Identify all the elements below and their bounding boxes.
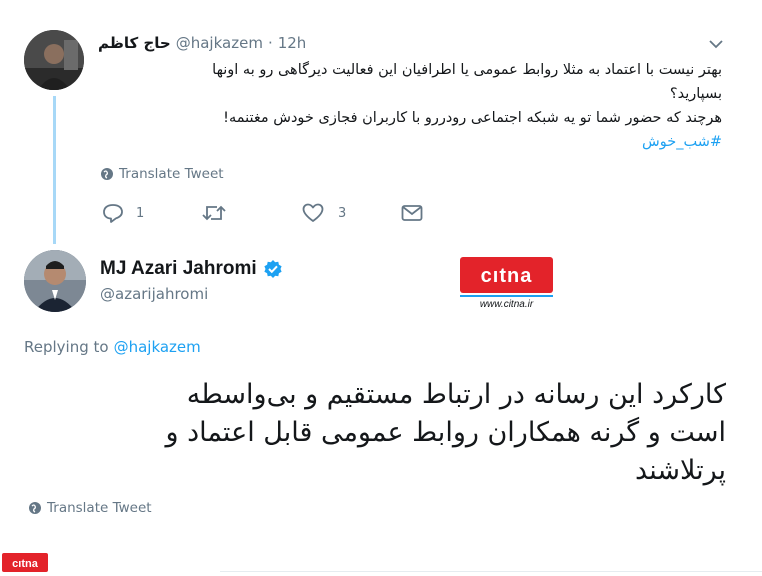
globe-icon	[28, 501, 42, 515]
direct-message-icon[interactable]	[401, 204, 423, 222]
svg-text:cıtna: cıtna	[12, 558, 39, 570]
avatar[interactable]	[24, 250, 86, 312]
translate-label: Translate Tweet	[47, 500, 152, 516]
tweet-text-line: است و گرنه همکاران روابط عمومی قابل اعتم…	[165, 417, 726, 448]
citna-corner-logo: cıtna	[2, 553, 48, 572]
replying-to-label: Replying to	[24, 338, 109, 356]
author-handle[interactable]: @hajkazem	[176, 34, 263, 52]
translate-tweet-link[interactable]: Translate Tweet	[28, 498, 152, 518]
heart-icon	[302, 203, 324, 223]
parent-tweet[interactable]: حاج کاظم @hajkazem · 12h بهتر نیست با اع…	[0, 0, 762, 244]
tweet-text-line: بسپارید؟	[669, 86, 722, 102]
chevron-down-icon[interactable]	[708, 38, 724, 50]
citna-logo: cıtna www.citna.ir	[456, 257, 557, 314]
verified-badge-icon	[263, 259, 283, 279]
translate-label: Translate Tweet	[119, 166, 224, 182]
author-name[interactable]: حاج کاظم	[98, 34, 171, 52]
citna-url: www.citna.ir	[479, 299, 534, 310]
reply-icon	[102, 203, 124, 223]
main-tweet: MJ Azari Jahromi @azarijahromi cıtna www…	[0, 240, 762, 574]
author-handle[interactable]: @azarijahromi	[100, 285, 208, 303]
separator-dot: ·	[267, 34, 273, 52]
tweet-text-line: بهتر نیست با اعتماد به مثلا روابط عمومی …	[212, 62, 722, 78]
author-name[interactable]: MJ Azari Jahromi	[100, 258, 257, 280]
reply-count: 1	[136, 205, 145, 221]
hashtag-link[interactable]: #شب_خوش	[100, 130, 722, 154]
tweet-text-line: هرچند که حضور شما تو یه شبکه اجتماعی رود…	[223, 110, 722, 126]
like-action[interactable]: 3	[302, 202, 346, 224]
tweet-text-line: کارکرد این رسانه در ارتباط مستقیم و بی‌و…	[186, 379, 726, 410]
avatar[interactable]	[24, 30, 84, 90]
like-count: 3	[338, 205, 347, 221]
tweet-time[interactable]: 12h	[278, 34, 307, 52]
retweet-icon[interactable]	[202, 203, 226, 223]
translate-tweet-link[interactable]: Translate Tweet	[100, 164, 224, 184]
tweet-text-line: پرتلاشند	[635, 455, 726, 486]
svg-text:cıtna: cıtna	[481, 265, 533, 287]
replying-to-handle[interactable]: @hajkazem	[114, 338, 201, 356]
reply-action[interactable]: 1	[102, 202, 144, 224]
globe-icon	[100, 167, 114, 181]
thread-line	[53, 96, 56, 244]
divider	[220, 571, 762, 572]
